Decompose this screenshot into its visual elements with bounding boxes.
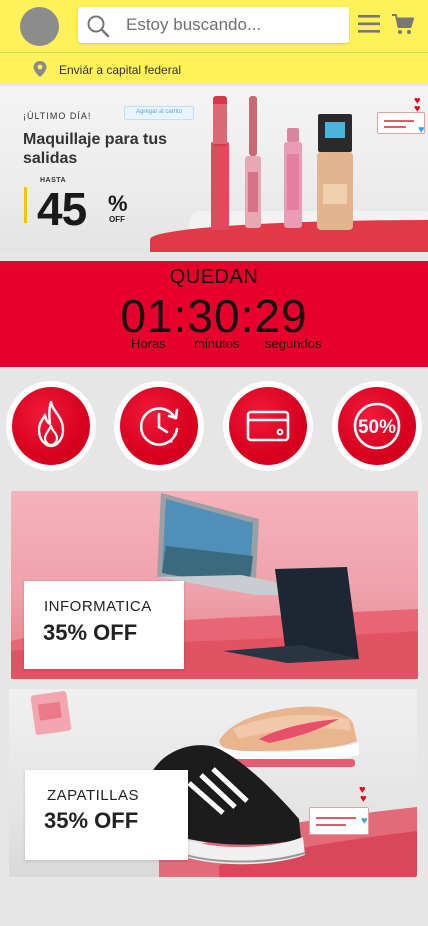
banner-percent: 45 (37, 183, 87, 235)
promo-discount: 35% OFF (43, 620, 138, 645)
percent-50-label: 50% (358, 417, 396, 438)
clock-icon (139, 407, 179, 446)
countdown-time: 01:30:29 (120, 290, 308, 342)
credit-card-icon (246, 410, 290, 442)
category-50-off[interactable]: 50% (332, 381, 422, 471)
heart-icon: ♥ (361, 815, 368, 827)
shipping-location-text: Enviár a capital federal (59, 63, 182, 77)
promo-category-name: ZAPATILLAS (47, 787, 139, 804)
makeup-promo-banner[interactable]: Agregar al carrito ¡ÚLTIMO DÍA! Maquilla… (0, 86, 428, 252)
countdown-timer: QUEDAN 01:30:29 Horas minutos segundos (0, 261, 428, 367)
flame-icon (37, 400, 65, 448)
promo-category-name: INFORMATICA (44, 598, 152, 615)
countdown-unit-minutes: minutos (194, 336, 240, 351)
banner-tag-text: Agregar al carrito (135, 109, 183, 115)
promo-label-box: ZAPATILLAS 35% OFF (25, 770, 188, 860)
search-input[interactable] (126, 7, 341, 43)
hamburger-menu-icon[interactable] (358, 14, 380, 34)
search-icon (87, 15, 110, 38)
countdown-label: QUEDAN (169, 266, 259, 288)
banner-title: Maquillaje para tus salidas (23, 131, 168, 167)
category-flash-deals[interactable] (114, 381, 204, 471)
heart-icon: ♥ (360, 793, 367, 805)
location-pin-icon (33, 61, 47, 77)
heart-icon: ♥ (418, 124, 425, 136)
countdown-unit-hours: Horas (131, 336, 166, 351)
top-header (0, 0, 428, 53)
percent-50-icon: 50% (353, 402, 401, 450)
shipping-location-bar[interactable]: Enviár a capital federal (0, 54, 428, 84)
floating-note (309, 807, 369, 835)
countdown-unit-seconds: segundos (265, 336, 322, 351)
promo-discount: 35% OFF (44, 808, 139, 833)
promo-card-informatica[interactable]: INFORMATICA 35% OFF (11, 491, 418, 679)
banner-percent-sign: % (108, 191, 128, 216)
banner-accent-bar (24, 187, 27, 223)
promo-label-box: INFORMATICA 35% OFF (24, 581, 184, 669)
avatar[interactable] (20, 7, 59, 46)
banner-off: OFF (109, 215, 125, 224)
banner-eyebrow: ¡ÚLTIMO DÍA! (23, 111, 92, 121)
search-bar[interactable] (78, 7, 349, 43)
heart-icon: ♥ (414, 103, 421, 115)
banner-tag: Agregar al carrito (124, 106, 194, 120)
category-payment-offers[interactable] (223, 381, 313, 471)
makeup-products-image (211, 96, 353, 230)
cart-icon[interactable] (391, 12, 415, 36)
promo-card-zapatillas[interactable]: ♥ ♥ ♥ ZAPATILLAS 35% OFF (9, 689, 417, 877)
category-hot-deals[interactable] (6, 381, 96, 471)
